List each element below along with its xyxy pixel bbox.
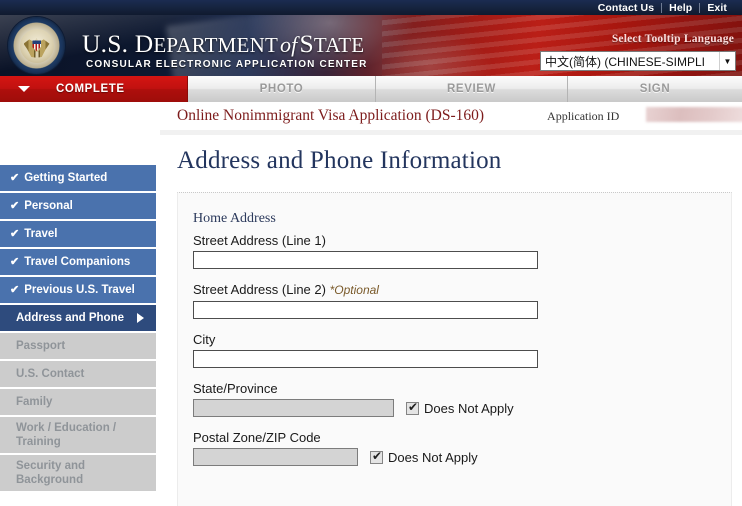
sidebar-item-label: Security and Background bbox=[16, 460, 86, 486]
postal-code-input[interactable] bbox=[193, 448, 358, 466]
site-header: U.S. DEPARTMENTofSTATE CONSULAR ELECTRON… bbox=[0, 15, 742, 76]
title-department-cap: D bbox=[134, 29, 154, 58]
progress-tab-bar: COMPLETE PHOTO REVIEW SIGN bbox=[0, 76, 742, 102]
check-icon: ✔ bbox=[10, 200, 20, 212]
sidebar-item-security-and-background[interactable]: Security and Background bbox=[0, 455, 156, 491]
tab-photo-label: PHOTO bbox=[259, 83, 304, 95]
state-province-label: State/Province bbox=[193, 381, 278, 396]
tab-complete-label: COMPLETE bbox=[56, 83, 125, 95]
sidebar-item-getting-started[interactable]: ✔ Getting Started bbox=[0, 165, 156, 191]
title-of: of bbox=[279, 32, 298, 57]
language-selected-value: 中文(简体) (CHINESE-SIMPLI bbox=[545, 54, 706, 69]
section-sidebar: ✔ Getting Started ✔ Personal ✔ Travel ✔ … bbox=[0, 165, 156, 493]
sidebar-item-label: Address and Phone bbox=[16, 312, 124, 324]
sidebar-item-us-contact[interactable]: U.S. Contact bbox=[0, 361, 156, 387]
city-input[interactable] bbox=[193, 350, 538, 368]
sidebar-item-label: U.S. Contact bbox=[16, 368, 85, 380]
postal-code-row: Does Not Apply bbox=[193, 448, 731, 466]
sidebar-item-label: Family bbox=[16, 396, 53, 408]
tab-sign[interactable]: SIGN bbox=[568, 76, 742, 102]
header-subtitle: CONSULAR ELECTRONIC APPLICATION CENTER bbox=[86, 59, 368, 70]
sidebar-item-label: Travel Companions bbox=[24, 256, 131, 268]
postal-does-not-apply-checkbox[interactable] bbox=[370, 449, 383, 464]
tab-sign-label: SIGN bbox=[639, 83, 671, 95]
arrow-right-icon bbox=[137, 313, 144, 323]
title-state-cap: S bbox=[299, 29, 314, 58]
state-province-field: State/Province Does Not Apply bbox=[193, 381, 731, 417]
department-title: U.S. DEPARTMENTofSTATE bbox=[82, 31, 364, 58]
title-us: U.S. bbox=[82, 29, 135, 58]
title-separator bbox=[160, 130, 742, 135]
street-address-line1-field: Street Address (Line 1) bbox=[193, 233, 731, 269]
sidebar-item-previous-us-travel[interactable]: ✔ Previous U.S. Travel bbox=[0, 277, 156, 303]
city-label: City bbox=[193, 332, 216, 347]
sidebar-item-personal[interactable]: ✔ Personal bbox=[0, 193, 156, 219]
sidebar-item-label: Work / Education / Training bbox=[16, 422, 117, 448]
street-address-line1-label: Street Address (Line 1) bbox=[193, 233, 326, 248]
home-address-group-heading: Home Address bbox=[193, 211, 276, 226]
language-selector-label: Select Tooltip Language bbox=[611, 33, 734, 45]
sidebar-item-address-and-phone[interactable]: Address and Phone bbox=[0, 305, 156, 331]
state-does-not-apply-label[interactable]: Does Not Apply bbox=[424, 401, 514, 416]
street-address-line1-input[interactable] bbox=[193, 251, 538, 269]
sidebar-item-label: Getting Started bbox=[24, 172, 108, 184]
postal-does-not-apply-wrap: Does Not Apply bbox=[370, 449, 478, 465]
help-link[interactable]: Help bbox=[662, 1, 699, 15]
sidebar-item-passport[interactable]: Passport bbox=[0, 333, 156, 359]
street-address-line2-label: Street Address (Line 2) *Optional bbox=[193, 282, 731, 298]
street-address-line2-field: Street Address (Line 2) *Optional bbox=[193, 282, 731, 319]
postal-code-label: Postal Zone/ZIP Code bbox=[193, 430, 321, 445]
city-field: City bbox=[193, 332, 731, 368]
check-icon: ✔ bbox=[10, 228, 20, 240]
caret-down-icon bbox=[18, 86, 30, 92]
sidebar-item-label: Travel bbox=[24, 228, 58, 240]
sidebar-item-label: Personal bbox=[24, 200, 73, 212]
chevron-down-icon[interactable]: ▼ bbox=[719, 52, 735, 70]
sidebar-item-label: Previous U.S. Travel bbox=[24, 284, 135, 296]
application-id-value-redacted bbox=[646, 107, 742, 122]
application-title-bar: Online Nonimmigrant Visa Application (DS… bbox=[160, 102, 742, 130]
sidebar-item-travel[interactable]: ✔ Travel bbox=[0, 221, 156, 247]
state-province-input[interactable] bbox=[193, 399, 394, 417]
state-does-not-apply-checkbox[interactable] bbox=[406, 400, 419, 415]
ceac-ds160-page: Contact Us Help Exit U.S. DEPARTMENTofST… bbox=[0, 0, 742, 506]
tooltip-language-select[interactable]: 中文(简体) (CHINESE-SIMPLI ▼ bbox=[540, 51, 736, 71]
sidebar-item-work-education-training[interactable]: Work / Education / Training bbox=[0, 417, 156, 453]
tab-review-label: REVIEW bbox=[447, 83, 496, 95]
postal-code-field: Postal Zone/ZIP Code Does Not Apply bbox=[193, 430, 731, 466]
form-panel-inner: Home Address Street Address (Line 1) Str… bbox=[178, 193, 731, 466]
street-address-line2-label-text: Street Address (Line 2) bbox=[193, 282, 326, 297]
page-title: Address and Phone Information bbox=[177, 147, 502, 174]
application-id-label: Application ID bbox=[547, 108, 620, 123]
great-seal-icon bbox=[8, 17, 65, 74]
check-icon: ✔ bbox=[10, 172, 20, 184]
sidebar-item-label: Passport bbox=[16, 340, 66, 352]
check-icon: ✔ bbox=[10, 284, 20, 296]
optional-marker: *Optional bbox=[329, 283, 379, 297]
application-title: Online Nonimmigrant Visa Application (DS… bbox=[177, 107, 485, 124]
tab-review[interactable]: REVIEW bbox=[376, 76, 568, 102]
tab-complete[interactable]: COMPLETE bbox=[0, 76, 188, 102]
sidebar-item-travel-companions[interactable]: ✔ Travel Companions bbox=[0, 249, 156, 275]
tab-photo[interactable]: PHOTO bbox=[188, 76, 376, 102]
postal-does-not-apply-label[interactable]: Does Not Apply bbox=[388, 450, 478, 465]
sidebar-item-family[interactable]: Family bbox=[0, 389, 156, 415]
title-department-rest: EPARTMENT bbox=[153, 33, 278, 57]
exit-link[interactable]: Exit bbox=[700, 1, 734, 15]
street-address-line2-input[interactable] bbox=[193, 301, 538, 319]
utility-nav-bar: Contact Us Help Exit bbox=[0, 0, 742, 15]
state-does-not-apply-wrap: Does Not Apply bbox=[406, 400, 514, 416]
page-body: Online Nonimmigrant Visa Application (DS… bbox=[0, 102, 742, 506]
form-panel: Home Address Street Address (Line 1) Str… bbox=[177, 192, 732, 506]
contact-us-link[interactable]: Contact Us bbox=[591, 1, 661, 15]
title-state-rest: TATE bbox=[313, 33, 365, 57]
check-icon: ✔ bbox=[10, 256, 20, 268]
state-province-row: Does Not Apply bbox=[193, 399, 731, 417]
